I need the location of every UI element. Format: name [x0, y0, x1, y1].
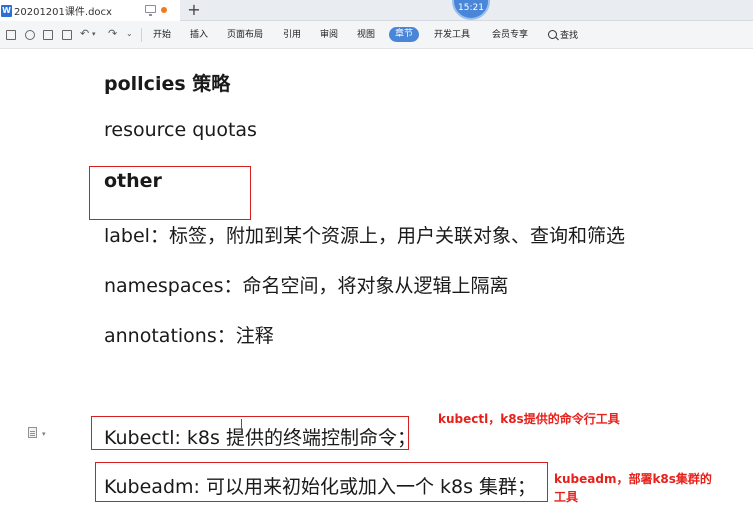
menu-developer-tools[interactable]: 开发工具: [434, 28, 470, 42]
menu-review[interactable]: 审阅: [320, 28, 338, 42]
annotation-kubeadm-line2: 工具: [554, 490, 579, 504]
redo-arrow-icon[interactable]: ↷: [108, 27, 117, 40]
menu-view[interactable]: 视图: [357, 28, 375, 42]
doc-line-annotations[interactable]: annotations：注释: [104, 321, 274, 348]
word-doc-icon: W: [1, 4, 12, 17]
annotation-kubectl: kubectl，k8s提供的命令行工具: [438, 412, 620, 426]
paragraph-icon[interactable]: [28, 427, 37, 438]
search-icon: [548, 30, 557, 39]
menu-chapter[interactable]: 章节: [389, 27, 420, 42]
customize-icon[interactable]: ⌄: [126, 29, 133, 38]
paragraph-dropdown-icon[interactable]: ▾: [42, 430, 46, 438]
menu-member[interactable]: 会员专享: [492, 28, 528, 42]
redo-icon[interactable]: [25, 30, 35, 40]
doc-line-namespaces[interactable]: namespaces：命名空间，将对象从逻辑上隔离: [104, 271, 509, 298]
document-tab-title: 20201201课件.docx: [14, 7, 112, 18]
doc-line-policies[interactable]: pollcies 策略: [104, 69, 230, 96]
preview-icon[interactable]: [62, 30, 72, 40]
find-label: 查找: [560, 31, 579, 41]
undo-dropdown-icon[interactable]: ▾: [92, 30, 96, 38]
undo-icon[interactable]: ↶: [80, 27, 89, 40]
doc-line-other[interactable]: other: [104, 170, 162, 192]
monitor-icon[interactable]: [145, 5, 156, 16]
toolbar-separator: [141, 28, 142, 42]
new-tab-button[interactable]: +: [186, 0, 202, 20]
doc-line-resource-quotas[interactable]: resource quotas: [104, 119, 257, 141]
doc-line-kubectl[interactable]: Kubectl: k8s 提供的终端控制命令；: [104, 423, 416, 450]
toolbar: ↶ ▾ ↷ ⌄ 开始 插入 页面布局 引用 审阅 视图 章节 开发工具 会员专享…: [0, 21, 753, 49]
annotation-kubeadm-line1: kubeadm，部署k8s集群的: [554, 472, 712, 486]
text-cursor: [241, 419, 242, 431]
find-button[interactable]: 查找: [548, 28, 578, 41]
menu-page-layout[interactable]: 页面布局: [227, 28, 263, 42]
menu-start[interactable]: 开始: [153, 28, 171, 42]
tab-bar: W 20201201课件.docx + 15:21: [0, 0, 753, 21]
menu-insert[interactable]: 插入: [190, 28, 208, 42]
doc-line-kubeadm[interactable]: Kubeadm: 可以用来初始化或加入一个 k8s 集群；: [104, 472, 536, 499]
print-icon[interactable]: [43, 30, 53, 40]
clock-badge: 15:21: [452, 0, 490, 20]
menu-references[interactable]: 引用: [283, 28, 301, 42]
unsaved-dot-icon: [161, 7, 167, 13]
save-icon[interactable]: [6, 30, 16, 40]
doc-line-label[interactable]: label：标签，附加到某个资源上，用户关联对象、查询和筛选: [104, 221, 625, 248]
